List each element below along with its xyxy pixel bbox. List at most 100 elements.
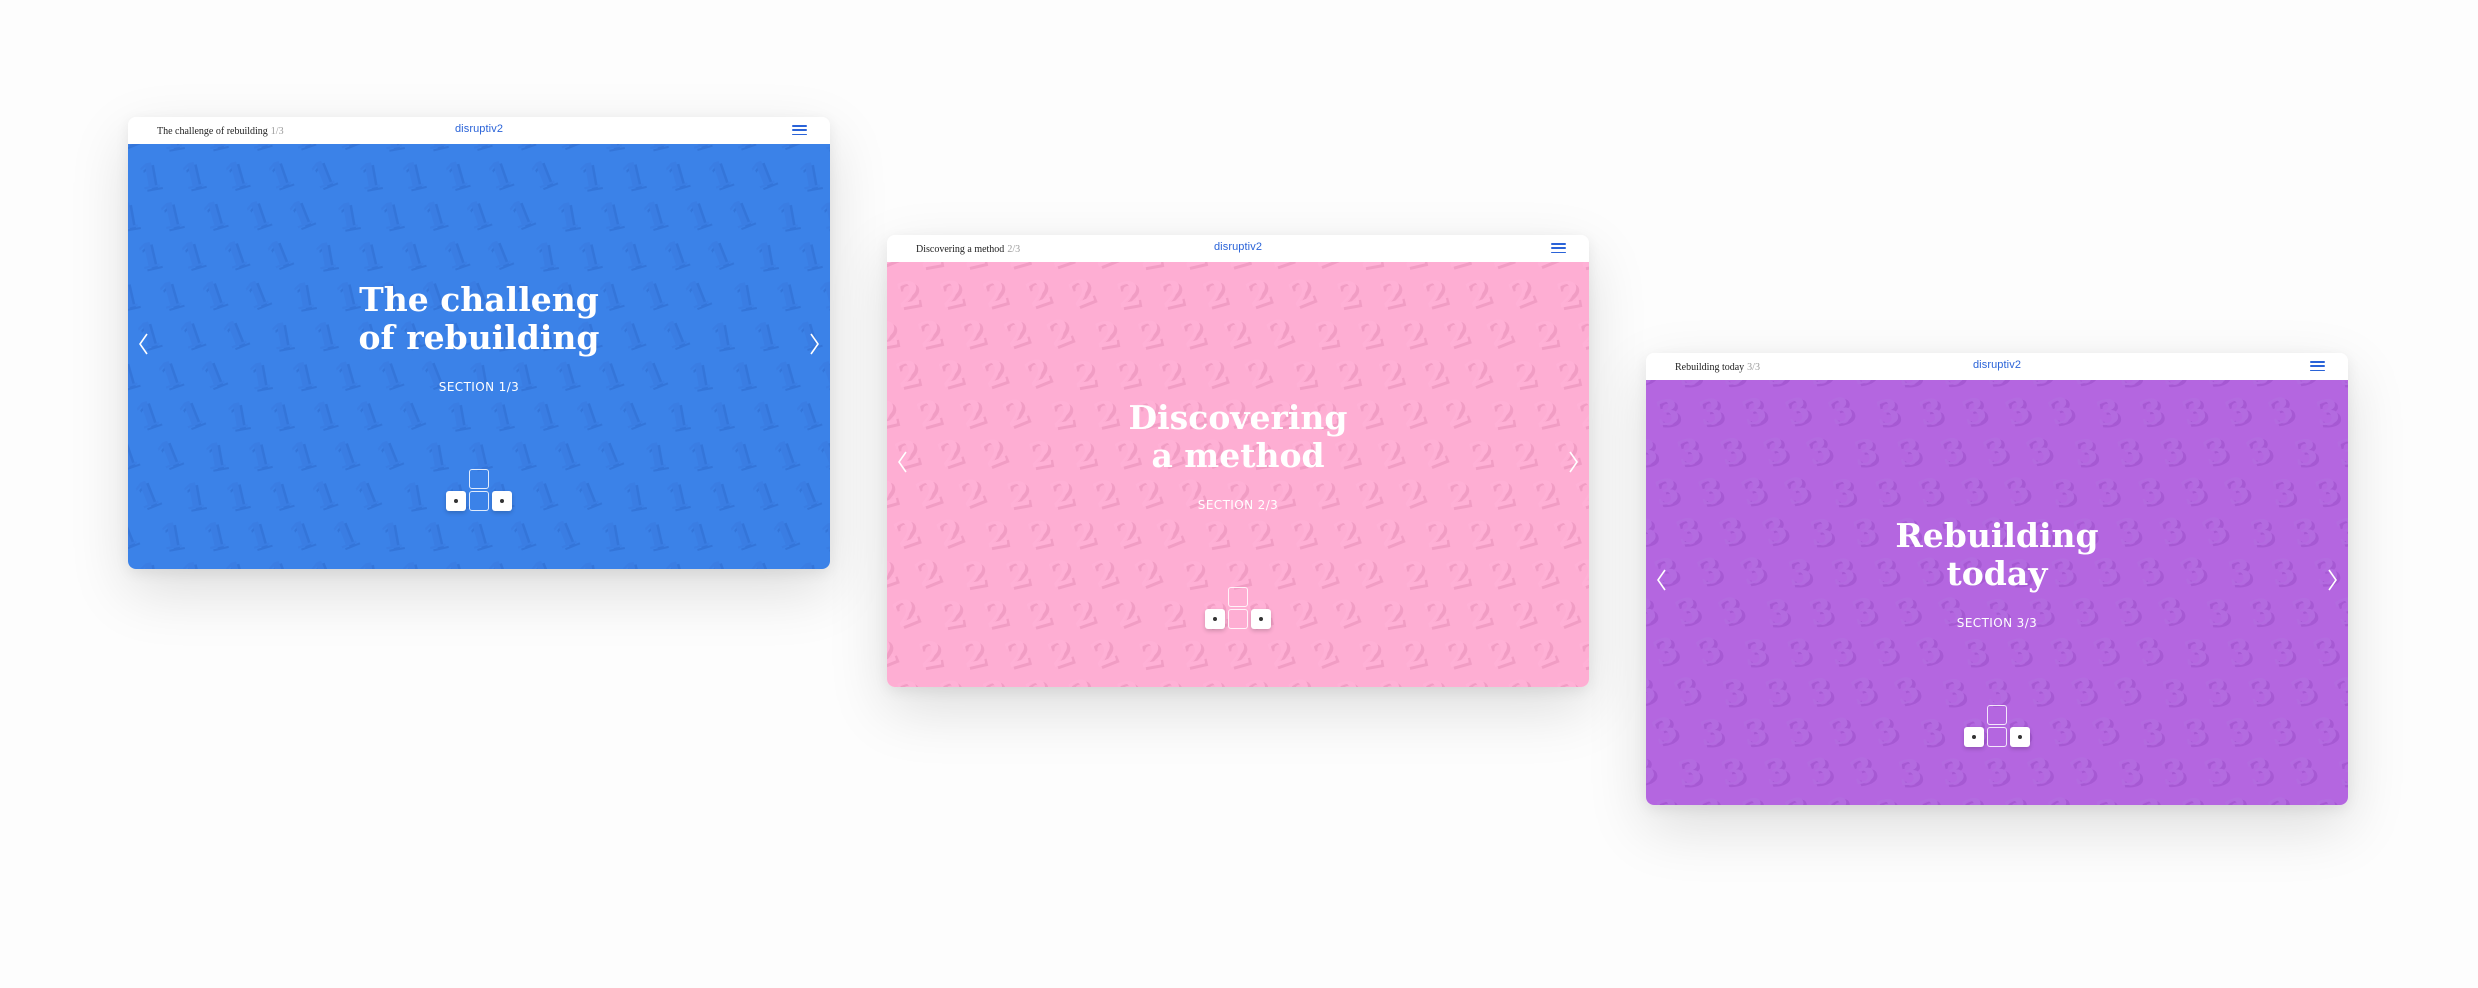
logo[interactable]: disruptiv2 [1973, 359, 2021, 371]
pattern-digit: 1 [502, 192, 539, 238]
pattern-digit-shadow: 1 [374, 434, 411, 480]
pattern-digit-shadow: 1 [154, 434, 191, 480]
pattern-digit: 2 [1376, 672, 1408, 687]
pattern-digit: 2 [1576, 262, 1589, 277]
pattern-digit: 2 [1178, 632, 1210, 676]
pattern-digit-shadow: 1 [243, 195, 278, 241]
pattern-digit: 1 [157, 144, 187, 159]
pattern-digit-shadow: 3 [2289, 671, 2324, 717]
pattern-digit: 1 [659, 154, 693, 199]
hamburger-menu-icon[interactable] [792, 125, 807, 135]
pattern-digit-shadow: 2 [1315, 316, 1345, 360]
pattern-digit-shadow: 3 [2338, 754, 2348, 798]
pattern-digit: 1 [201, 435, 231, 479]
arrow-key-up[interactable] [1228, 587, 1248, 607]
hamburger-menu-icon[interactable] [2310, 361, 2325, 371]
arrow-key-right-icon[interactable] [492, 491, 512, 511]
pattern-digit-shadow: 1 [314, 238, 344, 282]
pattern-digit: 3 [1888, 668, 1925, 714]
logo[interactable]: disruptiv2 [455, 123, 503, 135]
pattern-digit: 1 [527, 394, 561, 439]
pattern-digit-shadow: 3 [2222, 470, 2259, 516]
pattern-digit-shadow: 3 [2046, 790, 2083, 805]
pattern-digit: 1 [197, 194, 231, 239]
pattern-digit-shadow: 1 [132, 474, 169, 520]
pattern-digit-shadow: 3 [2003, 791, 2038, 805]
arrow-key-down[interactable] [1987, 727, 2007, 747]
pattern-digit: 2 [1286, 512, 1320, 557]
pattern-digit-shadow: 1 [550, 514, 587, 560]
breadcrumb-title: Rebuilding today [1675, 362, 1745, 373]
pattern-digit-shadow: 2 [1381, 596, 1411, 640]
pattern-digit-shadow: 1 [576, 237, 608, 281]
pattern-digit-shadow: 2 [919, 636, 949, 680]
pattern-digit-shadow: 2 [1444, 634, 1478, 679]
pattern-digit: 2 [1178, 262, 1210, 277]
pattern-digit: 1 [595, 194, 627, 238]
pattern-digit: 2 [1112, 352, 1144, 396]
pattern-digit: 3 [1910, 628, 1947, 674]
pattern-digit-shadow: 2 [1067, 672, 1104, 687]
pattern-digit-shadow: 1 [748, 554, 785, 569]
pattern-digit-shadow: 1 [534, 238, 564, 282]
arrow-key-up[interactable] [469, 469, 489, 489]
pattern-digit-shadow: 2 [1551, 592, 1588, 638]
arrow-key-down[interactable] [469, 491, 489, 511]
pattern-digit-shadow: 3 [1741, 392, 1775, 437]
pattern-digit: 3 [1956, 469, 1991, 515]
arrow-key-right-icon[interactable] [2010, 727, 2030, 747]
pattern-digit-shadow: 2 [1002, 313, 1037, 359]
pattern-digit-shadow: 3 [2288, 750, 2325, 796]
pattern-digit-shadow: 3 [1678, 380, 1708, 397]
pattern-digit-shadow: 2 [1137, 315, 1169, 359]
logo[interactable]: disruptiv2 [1214, 241, 1262, 253]
pattern-digit: 3 [2042, 388, 2079, 434]
arrow-key-left-icon[interactable] [1205, 609, 1225, 629]
pattern-digit-shadow: 3 [1826, 390, 1863, 436]
pattern-digit-shadow: 1 [531, 396, 565, 441]
pattern-digit: 3 [1871, 470, 1903, 514]
pattern-digit-shadow: 2 [1529, 632, 1566, 678]
pattern-digit-shadow: 1 [204, 438, 234, 482]
arrow-key-up[interactable] [1987, 705, 2007, 725]
pattern-digit: 3 [1998, 468, 2035, 514]
pattern-digit-shadow: 3 [2162, 674, 2192, 718]
pattern-digit-shadow: 3 [1917, 472, 1951, 517]
pattern-digit-shadow: 1 [820, 144, 830, 161]
pattern-digit: 3 [2223, 630, 2255, 674]
pattern-digit: 3 [1648, 629, 1683, 675]
pattern-digit: 2 [1462, 592, 1496, 637]
pattern-digit: 1 [172, 392, 209, 438]
pattern-digit: 1 [218, 233, 253, 279]
pattern-digit-shadow: 1 [666, 398, 696, 442]
pattern-digit: 1 [355, 155, 385, 199]
headline-line-2: today [1946, 554, 2048, 593]
pattern-digit-shadow: 3 [1739, 471, 1774, 517]
pattern-digit-shadow: 1 [201, 196, 235, 241]
pattern-digit: 2 [1484, 552, 1518, 597]
pattern-digit: 3 [2262, 788, 2299, 805]
pattern-digit-shadow: 3 [1805, 380, 1840, 397]
arrow-key-left-icon[interactable] [446, 491, 466, 511]
pattern-digit-shadow: 2 [887, 632, 906, 678]
arrow-key-left-icon[interactable] [1964, 727, 1984, 747]
hamburger-menu-icon[interactable] [1551, 243, 1566, 253]
pattern-digit-shadow: 3 [2006, 633, 2038, 677]
pattern-digit-shadow: 2 [1359, 262, 1389, 279]
pattern-digit-shadow: 3 [2266, 390, 2303, 436]
arrow-key-down[interactable] [1228, 609, 1248, 629]
pattern-digit-shadow: 2 [1287, 672, 1324, 687]
pattern-digit-shadow: 1 [400, 157, 432, 201]
pattern-digit: 2 [1151, 510, 1188, 556]
pattern-digit: 2 [1503, 670, 1540, 687]
pattern-digit-shadow: 2 [1309, 262, 1346, 278]
pattern-digit-shadow: 1 [509, 436, 543, 481]
pattern-digit: 2 [1527, 551, 1562, 597]
pattern-digit-shadow: 1 [463, 195, 498, 241]
pattern-digit: 2 [1505, 591, 1540, 637]
pattern-digit: 1 [307, 394, 341, 439]
pattern-digit-shadow: 3 [1783, 391, 1818, 437]
pattern-digit: 2 [1022, 592, 1056, 637]
pattern-digit-shadow: 3 [2179, 471, 2214, 517]
arrow-key-right-icon[interactable] [1251, 609, 1271, 629]
